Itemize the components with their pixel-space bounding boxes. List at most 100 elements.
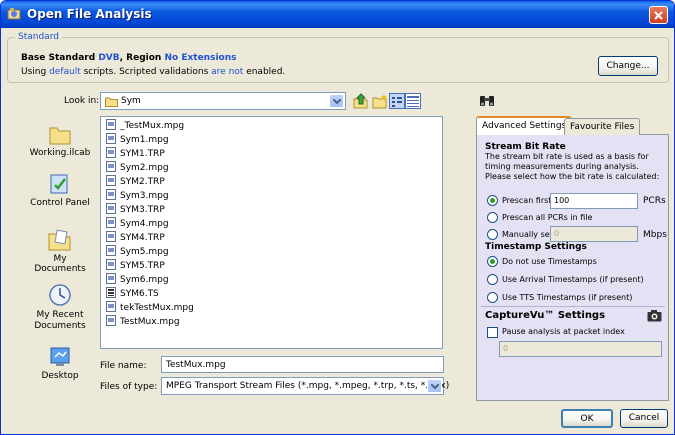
file-item[interactable]: Sym2.mpg: [106, 161, 169, 174]
details-view-icon[interactable]: [405, 93, 421, 109]
tab-label: Favourite Files: [570, 122, 635, 132]
lookin-dropdown[interactable]: Sym: [100, 92, 346, 110]
file-type-dropdown[interactable]: MPEG Transport Stream Files (*.mpg, *.mp…: [161, 377, 449, 395]
file-item[interactable]: tekTestMux.mpg: [106, 301, 194, 314]
lookin-dropdown-arrow[interactable]: [329, 94, 344, 108]
file-name: SYM5.TRP: [120, 261, 165, 271]
ok-button[interactable]: OK: [561, 409, 613, 428]
clock-icon: [49, 284, 71, 306]
file-item[interactable]: SYM5.TRP: [106, 259, 165, 272]
file-item[interactable]: _TestMux.mpg: [106, 119, 184, 132]
file-name: SYM6.TS: [120, 289, 159, 299]
file-icon: [106, 119, 116, 130]
place-my-recent-documents[interactable]: My Recent Documents: [27, 283, 93, 332]
close-button[interactable]: [649, 6, 668, 24]
folder-icon: [105, 97, 118, 107]
lookin-value: Sym: [121, 96, 141, 106]
file-icon: [106, 161, 116, 172]
folder-icon: [49, 127, 71, 145]
lookin-label: Look in:: [64, 96, 100, 106]
file-name: Sym4.mpg: [120, 219, 169, 229]
pcrs-unit: PCRs: [643, 196, 666, 206]
tab-label: Advanced Settings: [482, 121, 567, 131]
file-name: SYM3.TRP: [120, 205, 165, 215]
file-item[interactable]: SYM4.TRP: [106, 231, 165, 244]
file-name-input[interactable]: TestMux.mpg: [161, 356, 444, 373]
place-control-panel[interactable]: Control Panel: [27, 173, 93, 208]
place-my-documents[interactable]: My Documents: [27, 229, 93, 274]
up-folder-icon[interactable]: [353, 93, 369, 109]
file-icon: [106, 315, 116, 326]
file-name: SYM2.TRP: [120, 177, 165, 187]
file-item[interactable]: Sym6.mpg: [106, 273, 169, 286]
bitrate-description: The stream bit rate is used as a basis f…: [485, 152, 660, 181]
timestamp-heading: Timestamp Settings: [485, 242, 587, 252]
binoculars-icon[interactable]: [479, 93, 495, 107]
base-standard-text: Base Standard DVB, Region No Extensions: [21, 53, 236, 63]
file-name: SYM4.TRP: [120, 233, 165, 243]
pause-label: Pause analysis at packet index: [502, 327, 625, 336]
pause-checkbox[interactable]: [487, 327, 498, 338]
file-item[interactable]: Sym4.mpg: [106, 217, 169, 230]
scripts-text: Using default scripts. Scripted validati…: [21, 67, 285, 77]
radio[interactable]: [487, 229, 498, 240]
file-icon: [106, 147, 116, 158]
place-working[interactable]: Working.ilcab: [27, 125, 93, 158]
file-item[interactable]: TestMux.mpg: [106, 315, 180, 328]
file-item[interactable]: SYM2.TRP: [106, 175, 165, 188]
radio[interactable]: [487, 292, 498, 303]
file-name-label: File name:: [100, 361, 147, 371]
chevron-down-icon: [333, 99, 341, 104]
prescan-count-input[interactable]: 100: [550, 193, 638, 209]
file-icon: [106, 301, 116, 312]
tab-advanced-settings[interactable]: Advanced Settings: [476, 116, 573, 135]
radio-label: Use TTS Timestamps (if present): [502, 293, 633, 302]
file-name: _TestMux.mpg: [120, 121, 185, 131]
file-list[interactable]: _TestMux.mpg Sym1.mpg SYM1.TRP Sym2.mpg …: [100, 116, 443, 349]
file-icon: [106, 189, 116, 200]
file-item[interactable]: SYM3.TRP: [106, 203, 165, 216]
file-icon: [106, 175, 116, 186]
change-button[interactable]: Change...: [598, 56, 658, 76]
validations-prefix: scripts. Scripted validations: [80, 67, 212, 77]
place-label: My Documents: [34, 254, 86, 274]
radio[interactable]: [487, 274, 498, 285]
scripts-prefix: Using: [21, 67, 50, 77]
file-item[interactable]: Sym5.mpg: [106, 245, 169, 258]
file-icon: [106, 273, 116, 284]
scripts-value: default: [49, 67, 81, 77]
camera-icon[interactable]: [647, 309, 662, 322]
title-bar[interactable]: Open File Analysis: [1, 1, 674, 28]
file-name: Sym6.mpg: [120, 275, 169, 285]
file-type-dropdown-arrow[interactable]: [427, 379, 442, 393]
file-item[interactable]: SYM1.TRP: [106, 147, 165, 160]
place-label: Desktop: [41, 371, 79, 381]
place-label: Control Panel: [30, 198, 90, 208]
radio-selected[interactable]: [487, 256, 498, 267]
control-panel-icon: [50, 174, 68, 194]
file-icon: [106, 217, 116, 228]
file-name: SYM1.TRP: [120, 149, 165, 159]
file-name: Sym3.mpg: [120, 191, 169, 201]
list-view-icon[interactable]: [389, 93, 405, 109]
cancel-button[interactable]: Cancel: [620, 409, 668, 428]
validations-value: are not: [211, 67, 244, 77]
window-title: Open File Analysis: [27, 7, 152, 21]
manual-bitrate-input[interactable]: 0: [550, 226, 638, 242]
file-item[interactable]: SYM6.TS: [106, 287, 159, 300]
place-desktop[interactable]: Desktop: [27, 346, 93, 381]
file-type-label: Files of type:: [100, 382, 158, 392]
new-folder-icon[interactable]: [372, 93, 388, 109]
place-label: Working.ilcab: [29, 148, 91, 158]
radio-selected[interactable]: [487, 195, 498, 206]
file-icon: [106, 133, 116, 144]
pause-index-input[interactable]: 0: [499, 341, 662, 357]
file-item[interactable]: Sym1.mpg: [106, 133, 169, 146]
tab-favourite-files[interactable]: Favourite Files: [564, 118, 641, 135]
file-item[interactable]: Sym3.mpg: [106, 189, 169, 202]
radio[interactable]: [487, 212, 498, 223]
region-name: No Extensions: [164, 53, 237, 63]
file-icon: [106, 259, 116, 270]
file-icon: [106, 231, 116, 242]
open-file-analysis-dialog: Open File Analysis Standard Base Standar…: [0, 0, 675, 435]
